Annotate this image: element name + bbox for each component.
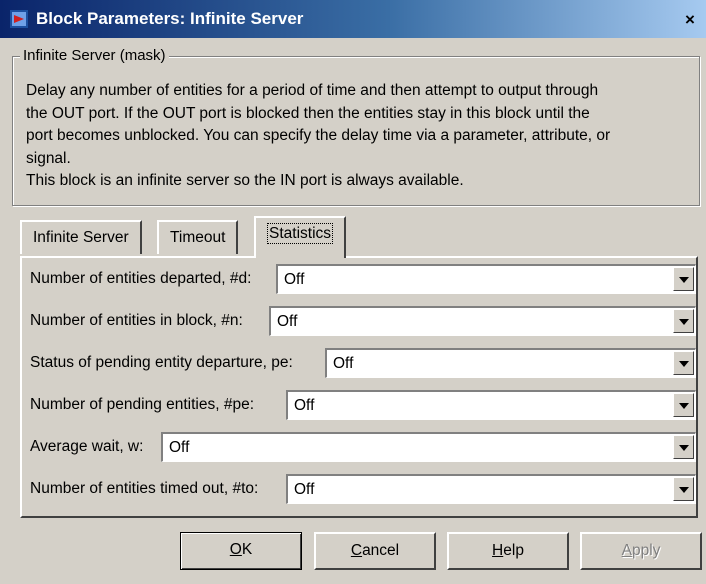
close-icon[interactable]: × [680,10,700,30]
entities-in-block-select[interactable]: Off [269,306,696,336]
chevron-down-icon[interactable] [673,477,694,501]
description-line: This block is an infinite server so the … [26,172,464,189]
select-value: Off [284,271,305,288]
chevron-down-icon[interactable] [673,309,694,333]
timed-out-select[interactable]: Off [286,474,696,504]
description-line: the OUT port. If the OUT port is blocked… [26,104,590,122]
tab-statistics[interactable]: Statistics [254,216,347,258]
tab-label: Timeout [170,229,226,246]
select-value: Off [294,481,315,498]
pending-departure-select[interactable]: Off [325,348,696,378]
chevron-down-icon[interactable] [673,267,694,291]
cancel-mnemonic: C [350,542,363,559]
field-label: Status of pending entity departure, pe: [30,354,293,371]
field-label: Number of pending entities, #pe: [30,396,255,413]
title-bar: Block Parameters: Infinite Server × [0,0,706,38]
simulink-block-icon [10,10,28,28]
select-value: Off [333,355,354,372]
tab-timeout[interactable]: Timeout [157,220,239,254]
select-value: Off [277,313,298,330]
field-label: Number of entities departed, #d: [30,270,252,287]
select-value: Off [169,439,190,456]
chevron-down-icon[interactable] [673,351,694,375]
pending-entities-select[interactable]: Off [286,390,696,420]
apply-label-rest: pply [631,542,661,559]
window-title: Block Parameters: Infinite Server [36,9,304,28]
field-label: Number of entities timed out, #to: [30,480,259,497]
help-mnemonic: H [492,542,504,559]
tab-label: Infinite Server [33,229,129,246]
mask-description: Delay any number of entities for a perio… [26,80,696,193]
cancel-label-rest: ancel [362,542,400,559]
description-line: port becomes unblocked. You can specify … [26,127,611,144]
ok-button[interactable]: OK [180,532,302,570]
group-legend: Infinite Server (mask) [20,47,169,64]
description-line: Delay any number of entities for a perio… [26,82,599,99]
entities-departed-select[interactable]: Off [276,264,696,294]
apply-mnemonic: A [621,542,632,559]
help-button[interactable]: Help [447,532,569,570]
select-value: Off [294,397,315,414]
cancel-button[interactable]: Cancel [314,532,436,570]
ok-label-rest: K [241,541,253,558]
tab-infinite-server[interactable]: Infinite Server [20,220,142,254]
field-label: Average wait, w: [30,438,144,455]
field-label: Number of entities in block, #n: [30,312,243,329]
chevron-down-icon[interactable] [673,435,694,459]
tab-label: Statistics [267,223,334,244]
average-wait-select[interactable]: Off [161,432,696,462]
description-line: signal. [26,149,71,167]
ok-mnemonic: O [229,541,242,558]
apply-button: Apply [580,532,702,570]
chevron-down-icon[interactable] [673,393,694,417]
help-label-rest: elp [503,542,524,559]
